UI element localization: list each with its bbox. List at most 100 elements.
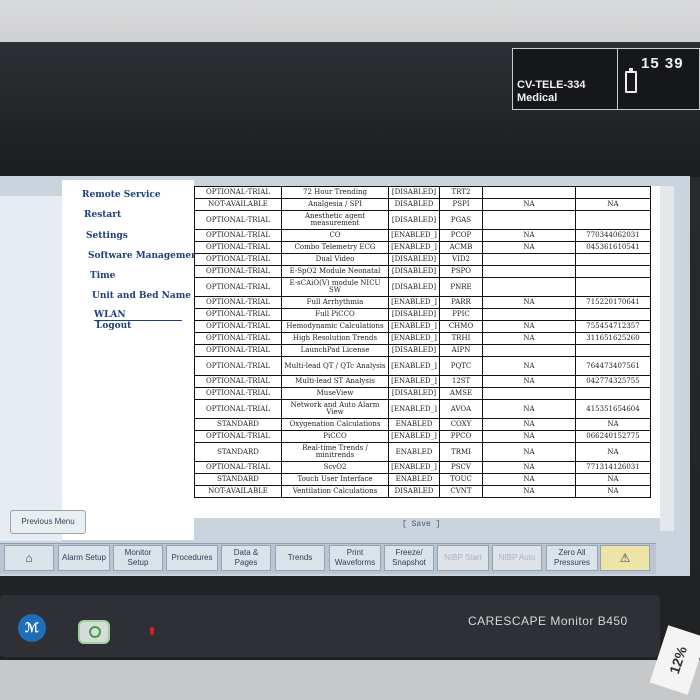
tab-zero-all-pressures[interactable]: Zero All Pressures (546, 545, 598, 571)
option-code-cell: 12ST (439, 375, 483, 388)
tab-nibp-auto[interactable]: NIBP Auto (492, 545, 542, 571)
license-key-cell: 755454712357 (575, 320, 651, 333)
value-cell (482, 387, 576, 400)
tab-freeze-snapshot[interactable]: Freeze/ Snapshot (384, 545, 434, 571)
table-row: OPTIONAL-TRIAL E-sCAiO(V) module NICU SW[… (194, 277, 651, 297)
tab-trends[interactable]: Trends (275, 545, 325, 571)
value-cell (482, 344, 576, 357)
license-key-cell (575, 210, 651, 230)
feature-name-cell: Touch User Interface (281, 473, 389, 486)
option-code-cell: ACMB (439, 241, 483, 254)
menu-item-time[interactable]: Time (90, 271, 115, 281)
value-cell: NA (482, 375, 576, 388)
feature-name-cell: High Resolution Trends (281, 332, 389, 345)
table-row: OPTIONAL-TRIAL Network and Auto Alarm Vie… (194, 399, 651, 419)
table-row: NOT-AVAILABLE Ventilation Calculations DIS… (194, 485, 651, 498)
menu-item-restart[interactable]: Restart (84, 210, 121, 220)
license-key-cell (575, 186, 651, 199)
value-cell: NA (482, 418, 576, 431)
status-cell: [ENABLED_] (388, 430, 440, 443)
value-cell: NA (482, 332, 576, 345)
feature-name-cell: Full Arrhythmia (281, 296, 389, 309)
value-cell: NA (482, 296, 576, 309)
alarm-silence-icon[interactable]: ⚠ (600, 545, 650, 571)
license-type-cell: OPTIONAL-TRIAL (194, 265, 282, 278)
menu-item-unit-and-bed-name[interactable]: Unit and Bed Name (92, 291, 191, 301)
feature-name-cell: Network and Auto Alarm View (281, 399, 389, 419)
option-code-cell: VID2 (439, 253, 483, 266)
license-key-cell: 771314126031 (575, 461, 651, 474)
license-key-cell: 764473407561 (575, 356, 651, 376)
scrollbar[interactable] (660, 186, 674, 531)
tab-procedures[interactable]: Procedures (166, 545, 218, 571)
menu-item-settings[interactable]: Settings (86, 231, 128, 241)
table-row: OPTIONAL-TRIAL 72 Hour Trending [DISABLED]… (194, 186, 651, 199)
license-table: OPTIONAL-TRIAL 72 Hour Trending [DISABLED]… (194, 186, 651, 498)
option-code-cell: PARR (439, 296, 483, 309)
option-code-cell: TOUC (439, 473, 483, 486)
power-button[interactable] (78, 620, 110, 644)
license-key-cell: 415351654604 (575, 399, 651, 419)
status-cell: ENABLED (388, 442, 440, 462)
menu-item-remote-service[interactable]: Remote Service (82, 190, 161, 200)
status-cell: [ENABLED_] (388, 332, 440, 345)
tab-print-waveforms[interactable]: Print Waveforms (329, 545, 381, 571)
status-cell: [ENABLED_] (388, 356, 440, 376)
tab-monitor-setup[interactable]: Monitor Setup (113, 545, 163, 571)
save-button[interactable]: [ Save ] (402, 520, 440, 529)
value-cell: NA (482, 473, 576, 486)
license-type-cell: OPTIONAL-TRIAL (194, 253, 282, 266)
license-type-cell: NOT-AVAILABLE (194, 485, 282, 498)
option-code-cell: PSCV (439, 461, 483, 474)
table-row: OPTIONAL-TRIAL PiCCO [ENABLED_] PPCO NA 06624… (194, 430, 651, 443)
home-icon-glyph: ⌂ (25, 551, 33, 565)
status-cell: [DISABLED] (388, 253, 440, 266)
previous-menu-button[interactable]: Previous Menu (10, 510, 86, 534)
left-panel (0, 196, 63, 541)
license-type-cell: OPTIONAL-TRIAL (194, 332, 282, 345)
option-code-cell: AIPN (439, 344, 483, 357)
home-icon[interactable]: ⌂ (4, 545, 54, 571)
value-cell: NA (482, 229, 576, 242)
alarm-led (150, 627, 154, 635)
value-cell: NA (482, 442, 576, 462)
license-key-cell: NA (575, 485, 651, 498)
feature-name-cell: Anesthetic agent measurement (281, 210, 389, 230)
license-type-cell: OPTIONAL-TRIAL (194, 320, 282, 333)
table-row: OPTIONAL-TRIAL Dual Video [DISABLED] VID2 (194, 253, 651, 266)
tab-alarm-setup[interactable]: Alarm Setup (58, 545, 110, 571)
license-type-cell: OPTIONAL-TRIAL (194, 344, 282, 357)
license-key-cell: 311651625260 (575, 332, 651, 345)
side-menu: Remote Service Restart Settings Software… (62, 180, 202, 540)
option-code-cell: TRHI (439, 332, 483, 345)
license-type-cell: OPTIONAL-TRIAL (194, 375, 282, 388)
table-row: STANDARD Oxygenation Calculations ENABLED C… (194, 418, 651, 431)
tab-data-pages[interactable]: Data & Pages (221, 545, 271, 571)
menu-item-software-management[interactable]: Software Management (88, 251, 202, 261)
feature-name-cell: E-sCAiO(V) module NICU SW (281, 277, 389, 297)
license-key-cell: 770344062031 (575, 229, 651, 242)
option-code-cell: AMSE (439, 387, 483, 400)
license-type-cell: OPTIONAL-TRIAL (194, 461, 282, 474)
value-cell: NA (482, 399, 576, 419)
table-row: OPTIONAL-TRIAL LaunchPad License [DISABLED… (194, 344, 651, 357)
status-cell: [DISABLED] (388, 387, 440, 400)
feature-name-cell: Full PiCCO (281, 308, 389, 321)
menu-item-wlan[interactable]: WLAN (94, 310, 182, 321)
table-row: STANDARD Touch User Interface ENABLED TOUC N… (194, 473, 651, 486)
status-cell: [ENABLED_] (388, 399, 440, 419)
table-row: OPTIONAL-TRIAL Hemodynamic Calculations [E… (194, 320, 651, 333)
license-type-cell: OPTIONAL-TRIAL (194, 356, 282, 376)
tab-nibp-start[interactable]: NIBP Start (437, 545, 489, 571)
license-type-cell: OPTIONAL-TRIAL (194, 430, 282, 443)
table-row: OPTIONAL-TRIAL Multi-lead ST Analysis [ENA… (194, 375, 651, 388)
menu-item-logout[interactable]: Logout (96, 321, 131, 331)
table-row: STANDARD Real-time Trends / minitrends ENA… (194, 442, 651, 462)
license-key-cell (575, 344, 651, 357)
value-cell: NA (482, 356, 576, 376)
status-cell: [DISABLED] (388, 210, 440, 230)
license-type-cell: STANDARD (194, 442, 282, 462)
feature-name-cell: Analgesia / SPI (281, 198, 389, 211)
license-key-cell (575, 253, 651, 266)
license-key-cell: NA (575, 418, 651, 431)
